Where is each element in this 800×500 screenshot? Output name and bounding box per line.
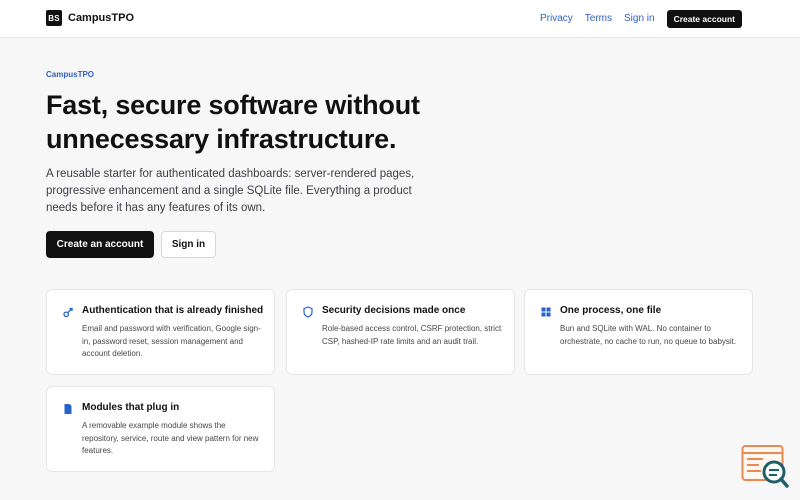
brand-name: CampusTPO [68, 12, 135, 24]
brand-logo-mark: BS [46, 10, 62, 26]
create-account-button[interactable]: Create account [666, 10, 742, 28]
top-navigation-bar: BS CampusTPO Privacy Terms Sign in Creat… [0, 0, 800, 38]
grid-icon [541, 307, 551, 317]
debug-inspector-widget[interactable] [741, 444, 789, 490]
hero-description: A reusable starter for authenticated das… [46, 168, 415, 214]
feature-description: Bun and SQLite with WAL. No container to… [560, 324, 737, 346]
feature-description: Email and password with verification, Go… [82, 324, 261, 359]
debug-inspector-icon [741, 445, 789, 488]
hero-eyebrow: CampusTPO [46, 70, 95, 79]
feature-card-one-process: One process, one file Bun and SQLite wit… [524, 289, 753, 375]
feature-description: A removable example module shows the rep… [82, 421, 259, 456]
sign-in-link[interactable]: Sign in [624, 10, 655, 28]
feature-card-modules: Modules that plug in A removable example… [46, 386, 275, 472]
terms-link[interactable]: Terms [585, 10, 612, 28]
feature-card-security: Security decisions made once Role-based … [286, 289, 515, 375]
shield-icon [303, 306, 313, 318]
header-nav: Privacy Terms Sign in Create account [540, 10, 754, 28]
brand[interactable]: BS CampusTPO [46, 10, 134, 26]
feature-title: One process, one file [560, 305, 662, 316]
create-an-account-button[interactable]: Create an account [46, 231, 154, 258]
feature-card-authentication: Authentication that is already finished … [46, 289, 275, 375]
sign-in-button[interactable]: Sign in [161, 231, 216, 258]
feature-title: Modules that plug in [82, 402, 180, 413]
feature-title: Authentication that is already finished [82, 305, 264, 316]
privacy-link[interactable]: Privacy [540, 10, 573, 28]
document-icon [64, 404, 72, 414]
feature-description: Role-based access control, CSRF protecti… [322, 324, 502, 346]
feature-title: Security decisions made once [322, 305, 466, 316]
hero-headline: Fast, secure software without unnecessar… [46, 90, 420, 154]
key-icon [63, 307, 73, 318]
